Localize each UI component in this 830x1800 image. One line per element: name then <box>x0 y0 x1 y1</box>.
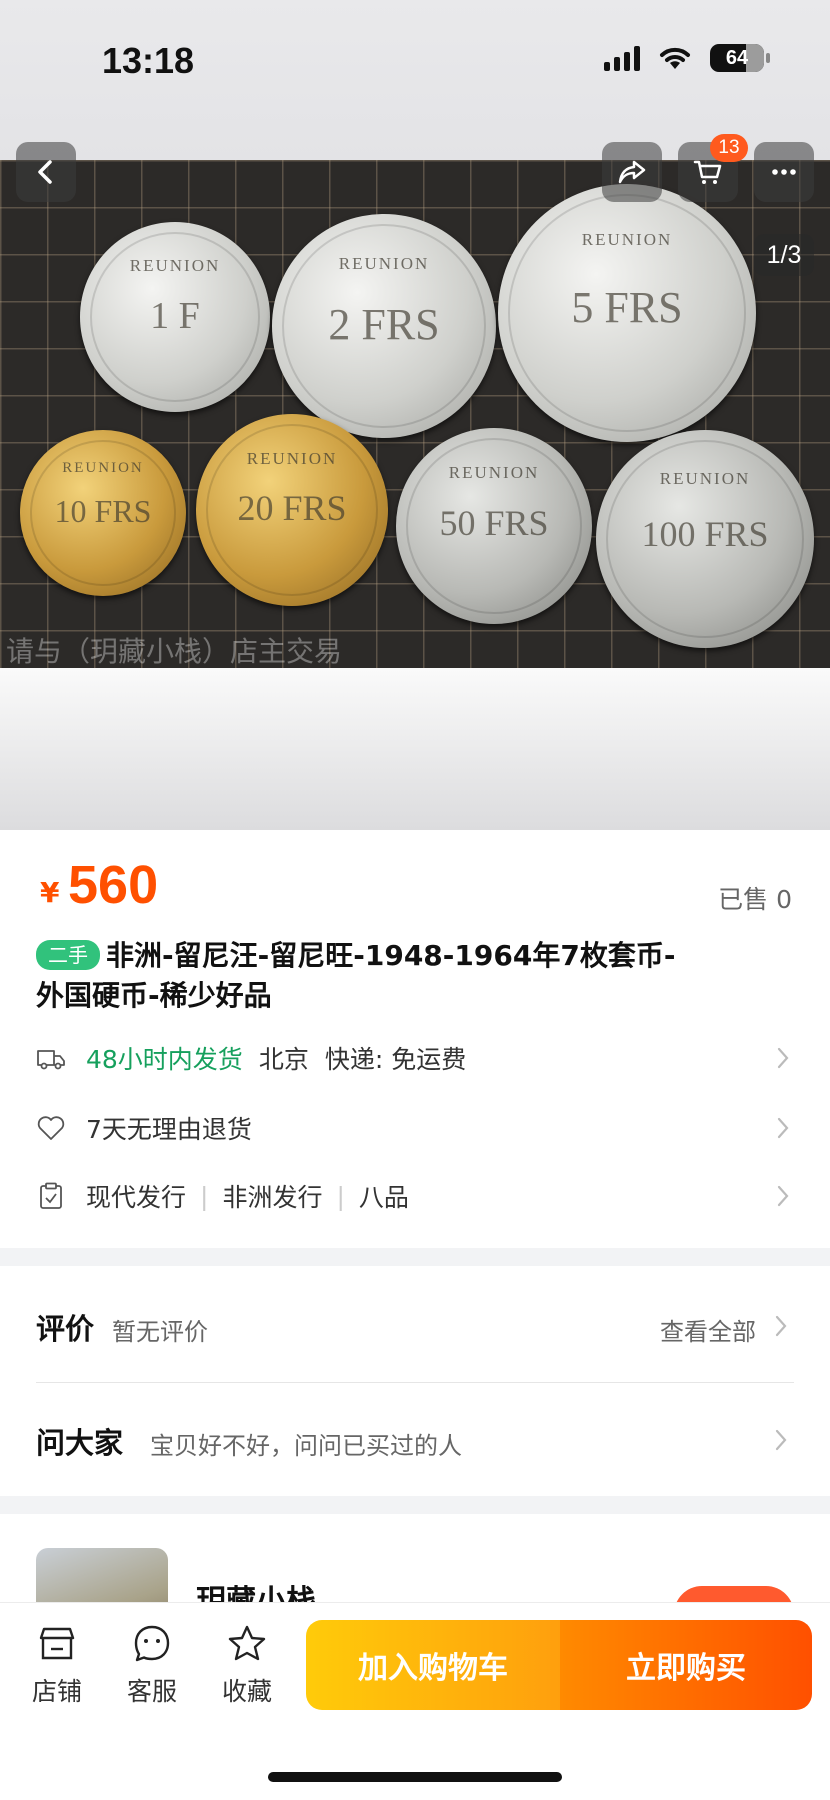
return-policy: 7天无理由退货 <box>86 1115 252 1144</box>
coin-20frs: REUNION 20 FRS <box>196 414 388 606</box>
battery-icon: 64 <box>710 44 770 72</box>
heart-icon <box>37 1116 65 1140</box>
chevron-right-icon <box>777 1117 789 1139</box>
truck-icon <box>37 1050 65 1070</box>
attributes-row[interactable]: 现代发行 | 非洲发行 | 八品 <box>36 1174 794 1218</box>
store-icon <box>39 1627 75 1660</box>
chat-face-icon <box>134 1625 170 1662</box>
back-button[interactable] <box>16 142 76 202</box>
status-icons: 64 <box>604 44 770 72</box>
chevron-right-icon <box>777 1047 789 1069</box>
add-to-cart-button[interactable]: 加入购物车 <box>306 1620 560 1710</box>
attr-3: 八品 <box>358 1183 409 1212</box>
price-currency: ¥ <box>40 876 60 909</box>
reviews-card <box>0 1266 830 1496</box>
coin-50frs: REUNION 50 FRS <box>396 428 592 624</box>
price: 560 <box>68 855 159 915</box>
more-icon <box>772 169 796 175</box>
status-time: 13:18 <box>102 40 195 81</box>
divider <box>36 1382 794 1383</box>
share-icon <box>618 160 646 184</box>
ask-title[interactable]: 问大家 <box>36 1420 123 1462</box>
favorite-tab[interactable]: 收藏 <box>212 1622 282 1708</box>
secondhand-tag: 二手 <box>36 940 100 970</box>
customer-service-tab[interactable]: 客服 <box>117 1622 187 1708</box>
wifi-icon <box>660 47 690 69</box>
more-button[interactable] <box>754 142 814 202</box>
ask-subtitle[interactable]: 宝贝好不好，问问已买过的人 <box>150 1426 462 1461</box>
battery-level: 64 <box>725 46 749 69</box>
coin-5frs: REUNION 5 FRS <box>498 184 756 442</box>
attr-1: 现代发行 <box>86 1183 187 1212</box>
home-indicator <box>268 1772 562 1782</box>
sold-count: 已售 0 <box>718 885 792 914</box>
chevron-left-icon <box>38 160 52 184</box>
coin-10frs: REUNION 10 FRS <box>20 430 186 596</box>
chevron-right-icon <box>775 1429 787 1451</box>
return-policy-row[interactable]: 7天无理由退货 <box>36 1106 794 1150</box>
coin-1f: REUNION 1 F <box>80 222 270 412</box>
cart-count-badge: 13 <box>710 134 748 162</box>
chevron-right-icon <box>775 1315 787 1337</box>
star-icon <box>228 1625 266 1661</box>
shipping-time: 48小时内发货 <box>86 1045 243 1074</box>
share-button[interactable] <box>602 142 662 202</box>
clipboard-icon <box>40 1182 62 1209</box>
image-watermark: 请与（玥藏小栈）店主交易 <box>6 635 343 668</box>
shop-tab[interactable]: 店铺 <box>22 1622 92 1708</box>
product-title-line-1: 二手 非洲-留尼汪-留尼旺-1948-1964年7枚套币- <box>36 936 796 976</box>
coin-100frs: REUNION 100 FRS <box>596 430 814 648</box>
shipping-row[interactable]: 48小时内发货 北京 快递: 免运费 <box>36 1036 794 1080</box>
buy-now-button[interactable]: 立即购买 <box>560 1620 812 1710</box>
product-image[interactable]: REUNION 1 F REUNION 2 FRS REUNION 5 FRS … <box>0 160 830 668</box>
reviews-title: 评价 <box>36 1312 95 1346</box>
shipping-from: 北京 <box>258 1045 309 1074</box>
coin-2frs: REUNION 2 FRS <box>272 214 496 438</box>
view-all-reviews-link[interactable]: 查看全部 <box>660 1312 756 1347</box>
product-title-line-2: 外国硬币-稀少好品 <box>36 979 272 1012</box>
chevron-right-icon <box>777 1185 789 1207</box>
shipping-fee: 快递: 免运费 <box>324 1045 467 1074</box>
signal-icon <box>604 45 640 71</box>
cart-button[interactable]: 13 <box>678 134 748 202</box>
reviews-status: 暂无评价 <box>112 1318 208 1346</box>
image-bottom-fade <box>0 668 830 830</box>
attr-2: 非洲发行 <box>222 1183 323 1212</box>
image-page-indicator: 1/3 <box>754 234 814 276</box>
